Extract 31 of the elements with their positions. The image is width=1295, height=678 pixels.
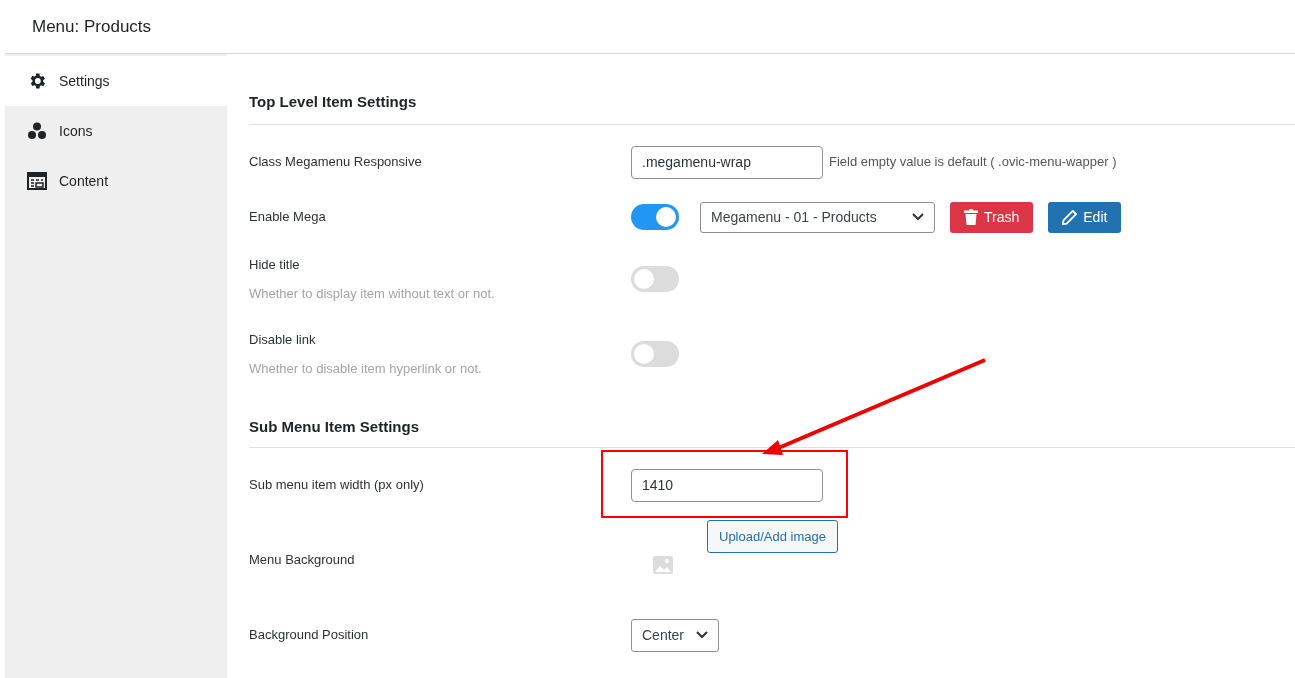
section-heading: Top Level Item Settings (249, 93, 417, 110)
trash-button[interactable]: Trash (950, 201, 1034, 233)
field-description: Whether to disable item hyperlink or not. (249, 359, 483, 378)
text-field[interactable]: .megamenu-wrap (631, 145, 823, 179)
dropdown[interactable]: Center (631, 618, 719, 652)
field-label: Background Position (249, 626, 370, 645)
field-label: Class Megamenu Responsive (249, 153, 423, 172)
field-label: Disable link (249, 331, 317, 349)
image-placeholder-icon (653, 556, 673, 574)
field-label: Hide title (249, 256, 301, 274)
field-label: Enable Mega (249, 208, 327, 227)
toggle-switch[interactable] (631, 341, 679, 367)
table-icon (27, 172, 47, 190)
text-field[interactable]: 1410 (631, 468, 823, 502)
edit-button[interactable]: Edit (1048, 201, 1122, 233)
pencil-icon (1062, 209, 1078, 225)
panel-title: Menu: Products (32, 15, 152, 38)
toggle-switch[interactable] (631, 266, 679, 292)
toggle-switch[interactable] (631, 204, 679, 230)
field-label: Menu Background (249, 551, 356, 570)
field-hint: Field empty value is default ( .ovic-menu-wapper ) (829, 153, 1117, 172)
upload-image-button[interactable]: Upload/Add image (707, 520, 838, 553)
trash-icon (964, 209, 978, 225)
three-dots-icon (27, 121, 47, 141)
caret-icon (696, 631, 708, 639)
dropdown[interactable]: Megamenu - 01 - Products (700, 201, 935, 233)
field-description: Whether to display item without text or not. (249, 284, 496, 303)
section-heading: Sub Menu Item Settings (249, 418, 419, 435)
sidebar-tab[interactable]: Settings (5, 56, 227, 106)
field-label: Sub menu item width (px only) (249, 476, 425, 495)
caret-icon (912, 213, 924, 221)
